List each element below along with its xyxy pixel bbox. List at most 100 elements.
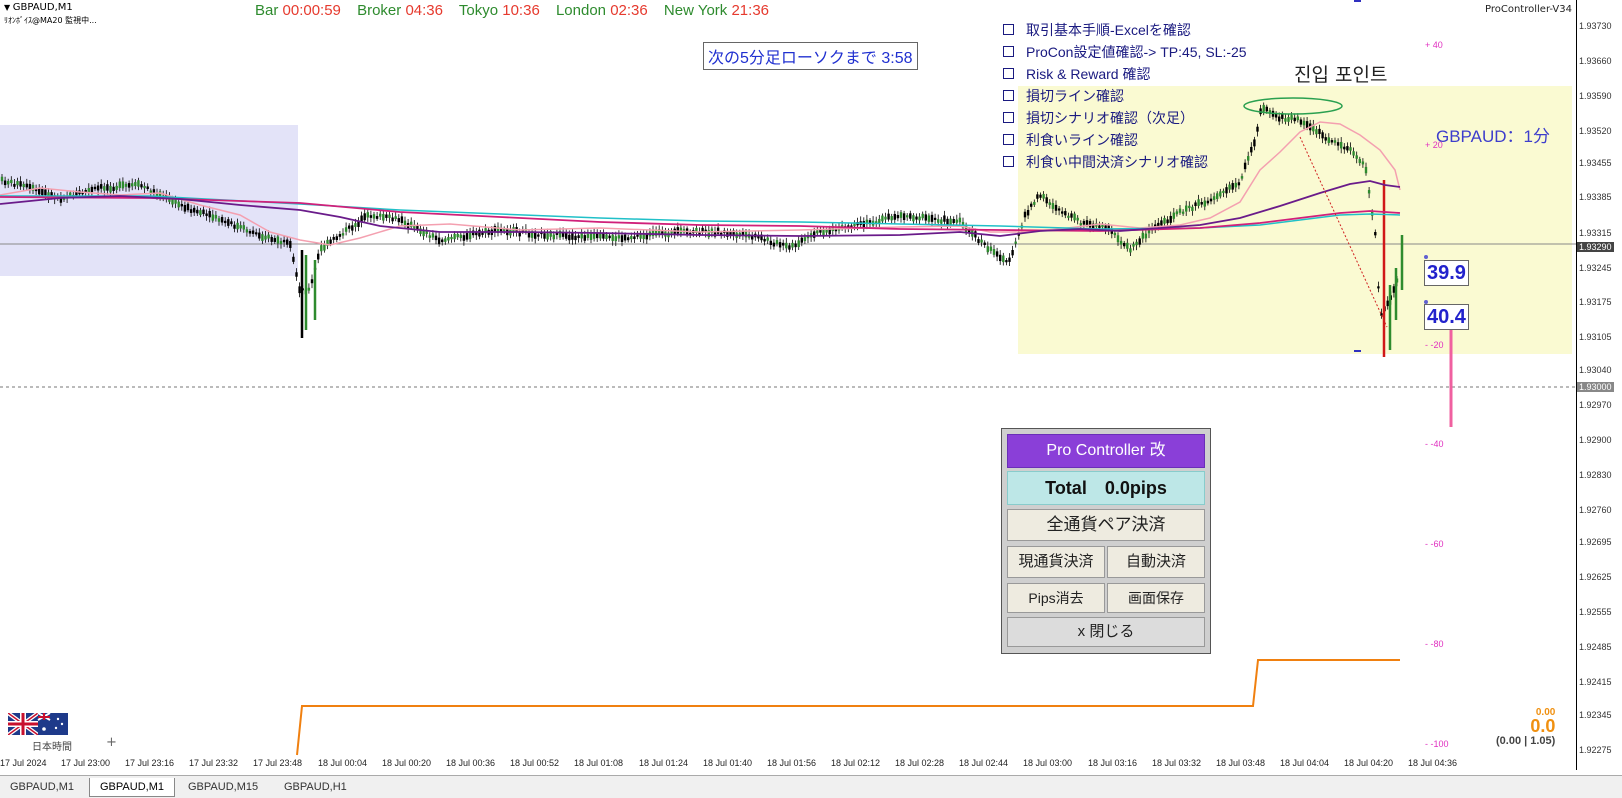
- candle-body: [589, 233, 593, 240]
- candle-body: [794, 243, 797, 248]
- pink-scale-label: - -60: [1425, 539, 1444, 549]
- checkbox-icon[interactable]: [1003, 112, 1014, 124]
- candle-body: [437, 237, 441, 245]
- time-tick: 17 Jul 23:32: [189, 758, 239, 768]
- candle-body: [568, 234, 571, 241]
- candle-body: [1042, 194, 1045, 199]
- orange-values: 0.00 0.0 (0.00 | 1.05): [1496, 707, 1555, 747]
- candle-body: [131, 183, 134, 187]
- panel-title[interactable]: Pro Controller 改: [1007, 434, 1205, 468]
- candle-body: [890, 216, 893, 221]
- orange-big-value: 0.0: [1530, 716, 1556, 736]
- checklist-item[interactable]: 利食い中間決済シナリオ確認: [1003, 151, 1247, 173]
- time-tick: 18 Jul 04:36: [1408, 758, 1458, 768]
- candle-body: [1002, 255, 1005, 263]
- pips-box-upper: 39.9: [1424, 260, 1469, 286]
- add-timezone-icon[interactable]: +: [106, 735, 117, 750]
- candle-body: [127, 183, 131, 188]
- checkbox-icon[interactable]: [1003, 24, 1014, 36]
- tab-gbpaud-m15[interactable]: GBPAUD,M15: [178, 778, 268, 796]
- auto-close-button[interactable]: 自動決済: [1107, 546, 1205, 578]
- candle-body: [279, 240, 283, 245]
- close-panel-button[interactable]: x 閉じる: [1007, 617, 1205, 647]
- candle-body: [878, 218, 881, 224]
- candle-body: [1284, 118, 1287, 122]
- checkbox-icon[interactable]: [1003, 156, 1014, 168]
- pink-scale-label: - -100: [1425, 739, 1449, 749]
- chart-area[interactable]: ▼ GBPAUD,M1 ﾘｵﾝﾎﾞｲｽ@MA20 監視中... Bar 00:0…: [0, 0, 1576, 770]
- candle-body: [791, 242, 794, 248]
- candle-body: [977, 239, 980, 243]
- candle-body: [1302, 120, 1306, 126]
- candle-body: [630, 236, 633, 240]
- candle-body: [462, 235, 466, 241]
- candle-body: [636, 234, 639, 237]
- close-current-pair-button[interactable]: 現通貨決済: [1007, 546, 1105, 578]
- candle-body: [242, 225, 245, 230]
- candle-body: [1315, 129, 1318, 135]
- candle-body: [236, 222, 239, 230]
- tab-gbpaud-h1[interactable]: GBPAUD,H1: [274, 778, 357, 796]
- checkbox-icon[interactable]: [1003, 46, 1014, 58]
- candle-body: [1048, 202, 1051, 205]
- candle-body: [1064, 211, 1067, 216]
- candle-body: [995, 251, 999, 257]
- candle-body: [428, 235, 431, 238]
- tab-gbpaud-m1-b[interactable]: GBPAUD,M1: [89, 778, 175, 797]
- time-tick: 18 Jul 01:24: [639, 758, 689, 768]
- orange-detail-value: (0.00 | 1.05): [1496, 735, 1556, 747]
- candle-body: [989, 246, 993, 251]
- candle-body: [1088, 220, 1092, 228]
- candle-body: [450, 236, 453, 240]
- candle-body: [453, 233, 456, 240]
- checklist-item[interactable]: 取引基本手順-Excelを確認: [1003, 19, 1247, 41]
- version-label: ProController-V34: [1485, 4, 1573, 15]
- candle-body: [1126, 242, 1129, 249]
- candle-body: [196, 209, 199, 214]
- candle-body: [1330, 140, 1334, 143]
- candle-body: [1067, 215, 1070, 218]
- candle-body: [1188, 205, 1191, 209]
- candle-body: [338, 234, 342, 237]
- candle-body: [208, 210, 211, 218]
- candle-body: [1082, 220, 1086, 225]
- candle-body: [1386, 300, 1389, 307]
- clock-value-london: 02:36: [610, 2, 648, 19]
- entry-point-label: 진입 포인트: [1294, 64, 1388, 86]
- candle-body: [1014, 241, 1017, 244]
- price-tick: 1.93245: [1579, 263, 1612, 273]
- checklist-item[interactable]: 損切ライン確認: [1003, 85, 1247, 107]
- candle-body: [955, 219, 958, 223]
- price-chart[interactable]: [0, 0, 1576, 770]
- checklist-item[interactable]: 損切シナリオ確認（次足）: [1003, 107, 1247, 129]
- candle-body: [1256, 126, 1259, 132]
- candle-body: [778, 242, 782, 248]
- candle-body: [580, 232, 583, 239]
- candle-body: [918, 216, 921, 221]
- dropdown-triangle-icon[interactable]: ▼: [4, 3, 13, 12]
- time-tick: 18 Jul 02:12: [831, 758, 881, 768]
- candle-body: [379, 213, 382, 217]
- checklist-item[interactable]: Risk & Reward 確認: [1003, 63, 1247, 85]
- candle-body: [258, 232, 261, 239]
- candle-body: [1008, 257, 1011, 262]
- tab-gbpaud-m1-a[interactable]: GBPAUD,M1: [0, 778, 84, 796]
- time-tick: 18 Jul 01:08: [574, 758, 624, 768]
- candle-body: [543, 233, 546, 239]
- price-tick: 1.92625: [1579, 572, 1612, 582]
- checkbox-icon[interactable]: [1003, 90, 1014, 102]
- pro-controller-panel: Pro Controller 改 Total 0.0pips 全通貨ペア決済 現…: [1001, 428, 1211, 654]
- checklist-item[interactable]: ProCon設定値確認-> TP:45, SL:-25: [1003, 41, 1247, 63]
- time-tick: 17 Jul 2024: [0, 758, 47, 768]
- candle-body: [193, 207, 196, 213]
- candle-body: [137, 180, 140, 187]
- price-tick: 1.92695: [1579, 537, 1612, 547]
- candle-body: [1085, 220, 1089, 225]
- price-tick: 1.92830: [1579, 470, 1612, 480]
- checkbox-icon[interactable]: [1003, 68, 1014, 80]
- checklist-item[interactable]: 利食いライン確認: [1003, 129, 1247, 151]
- close-all-pairs-button[interactable]: 全通貨ペア決済: [1007, 509, 1205, 541]
- save-screen-button[interactable]: 画面保存: [1107, 583, 1205, 613]
- clear-pips-button[interactable]: Pips消去: [1007, 583, 1105, 613]
- checkbox-icon[interactable]: [1003, 134, 1014, 146]
